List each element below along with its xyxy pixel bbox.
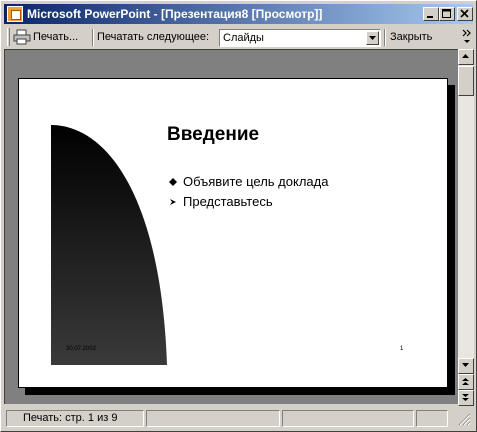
slide-title: Введение — [167, 124, 260, 145]
maximize-icon — [442, 9, 451, 18]
print-button-label: Печать... — [33, 31, 79, 43]
status-page-text: Печать: стр. 1 из 9 — [23, 412, 118, 424]
status-bar: Печать: стр. 1 из 9 — [4, 408, 473, 428]
slide-decoration — [51, 125, 167, 365]
slide-page: Введение Объявите цель доклада Представь… — [18, 78, 448, 388]
previous-page-button[interactable] — [458, 374, 474, 390]
vertical-scrollbar[interactable] — [458, 49, 474, 406]
app-window: Microsoft PowerPoint - [Презентация8 [Пр… — [0, 0, 477, 432]
close-preview-button[interactable]: Закрыть — [390, 31, 432, 43]
toolbar-options-button[interactable] — [462, 28, 472, 46]
minimize-button[interactable] — [423, 7, 439, 21]
chevron-down-icon — [462, 363, 469, 367]
status-pane — [282, 410, 414, 427]
print-button[interactable]: Печать... — [13, 28, 91, 46]
status-pane — [146, 410, 280, 427]
chevron-up-icon — [462, 54, 469, 58]
bullet-text: Представьтесь — [183, 194, 273, 209]
toolbar-separator — [92, 29, 94, 46]
slide-number: 1 — [400, 346, 404, 352]
print-what-value: Слайды — [223, 32, 264, 44]
powerpoint-icon[interactable] — [7, 6, 23, 22]
minimize-icon — [427, 16, 433, 18]
close-window-button[interactable] — [457, 7, 473, 21]
print-what-dropdown[interactable]: Слайды — [219, 29, 381, 47]
double-chevron-icon — [462, 29, 471, 43]
printer-icon — [13, 29, 31, 45]
scroll-up-button[interactable] — [458, 49, 474, 65]
close-icon — [460, 9, 469, 18]
preview-area: Введение Объявите цель доклада Представь… — [4, 49, 458, 404]
toolbar-grip[interactable] — [7, 28, 10, 46]
resize-grip-icon[interactable] — [457, 412, 471, 426]
diamond-bullet-icon — [169, 178, 177, 186]
scroll-thumb[interactable] — [458, 66, 474, 96]
next-page-button[interactable] — [458, 390, 474, 406]
title-bar[interactable]: Microsoft PowerPoint - [Презентация8 [Пр… — [4, 4, 473, 24]
chevron-down-icon — [369, 36, 376, 40]
status-pane — [416, 410, 448, 427]
print-what-label: Печатать следующее: — [97, 31, 210, 43]
scroll-down-button[interactable] — [458, 358, 474, 374]
slide-date: 30.07.2002 — [66, 346, 97, 352]
preview-toolbar: Печать... Печатать следующее: Слайды Зак… — [4, 26, 473, 48]
toolbar-separator — [384, 29, 386, 46]
double-chevron-up-icon — [462, 378, 469, 385]
double-chevron-down-icon — [462, 394, 469, 401]
bullet-text: Объявите цель доклада — [183, 174, 329, 189]
arrow-bullet-icon — [170, 199, 176, 205]
window-title: Microsoft PowerPoint - [Презентация8 [Пр… — [27, 7, 323, 21]
dropdown-arrow-button[interactable] — [366, 31, 379, 45]
maximize-button[interactable] — [439, 7, 455, 21]
